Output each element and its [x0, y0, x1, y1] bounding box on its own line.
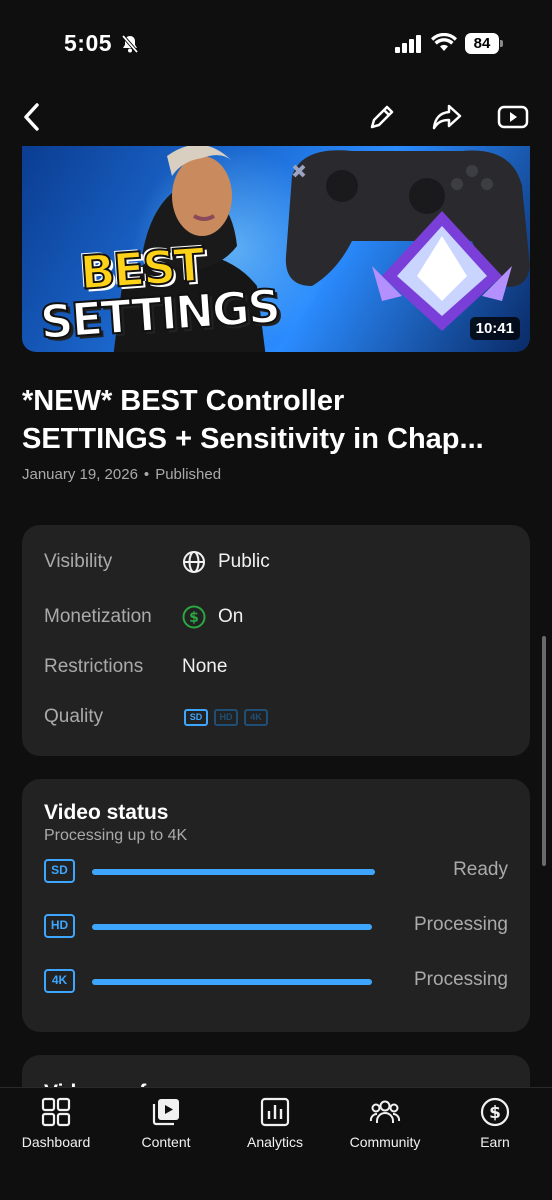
tab-dashboard[interactable]: Dashboard	[1, 1096, 111, 1150]
video-details-card: Visibility Public Monetization $ On Rest…	[22, 525, 530, 756]
tab-dashboard-label: Dashboard	[21, 1134, 91, 1150]
tab-earn-label: Earn	[480, 1134, 510, 1150]
quality-sd-icon: SD	[184, 708, 208, 726]
duration-badge: 10:41	[469, 317, 520, 340]
cellular-signal-icon	[395, 34, 423, 54]
video-title-line-1: *NEW* BEST Controller	[22, 385, 345, 417]
tab-content[interactable]: Content	[111, 1096, 221, 1150]
svg-text:$: $	[189, 610, 199, 626]
video-title-line-2: SETTINGS + Sensitivity in Chap...	[22, 423, 484, 455]
restrictions-value: None	[182, 656, 228, 677]
status-time: 5:05	[64, 30, 113, 56]
sd-progress-fill	[92, 869, 375, 875]
watch-on-youtube-button[interactable]	[495, 99, 531, 135]
monetization-value: On	[218, 606, 244, 627]
video-status-subtitle: Processing up to 4K	[44, 827, 188, 844]
monetization-label: Monetization	[44, 606, 152, 627]
quality-4k-icon: 4K	[244, 708, 268, 726]
status-bar: 5:05 84	[0, 0, 552, 90]
sd-quality-icon: SD	[44, 859, 75, 883]
quality-label: Quality	[44, 706, 104, 727]
hd-status-text: Processing	[414, 914, 508, 935]
video-meta: January 19, 2026 • Published	[22, 466, 221, 483]
share-button[interactable]	[429, 99, 465, 135]
bell-muted-icon	[120, 34, 140, 54]
meta-separator: •	[143, 466, 150, 483]
sd-progress-bar	[92, 869, 375, 875]
4k-progress-bar	[92, 979, 372, 985]
visibility-row[interactable]: Visibility Public	[44, 548, 514, 576]
restrictions-label: Restrictions	[44, 656, 144, 677]
thumbnail-text-settings: SETTINGS	[37, 278, 281, 351]
globe-icon	[182, 550, 206, 574]
chevron-left-icon	[24, 103, 39, 131]
status-row-4k: 4K Processing	[44, 969, 508, 997]
thumbnail-headline: BEST SETTINGS	[37, 236, 281, 350]
status-row-sd: SD Ready	[44, 859, 508, 887]
video-status-title: Video status	[44, 801, 169, 824]
tab-analytics-label: Analytics	[246, 1134, 304, 1150]
status-row-hd: HD Processing	[44, 914, 508, 942]
hd-progress-fill	[92, 924, 372, 930]
svg-text:$: $	[489, 1103, 501, 1123]
quality-row[interactable]: Quality SD HD 4K	[44, 703, 514, 731]
tab-analytics[interactable]: Analytics	[220, 1096, 330, 1150]
publish-date: January 19, 2026	[22, 466, 138, 483]
dashboard-icon	[41, 1097, 71, 1127]
visibility-label: Visibility	[44, 551, 113, 572]
battery-level: 84	[465, 33, 499, 54]
wifi-icon	[431, 32, 457, 53]
video-thumbnail[interactable]: BEST SETTINGS 10:41	[22, 146, 530, 352]
edit-button[interactable]	[364, 99, 400, 135]
monetization-row[interactable]: Monetization $ On	[44, 603, 514, 631]
community-icon	[369, 1100, 401, 1123]
4k-status-text: Processing	[414, 969, 508, 990]
pencil-icon	[370, 105, 394, 129]
top-nav	[0, 95, 552, 139]
tab-content-label: Content	[141, 1134, 191, 1150]
4k-quality-icon: 4K	[44, 969, 75, 993]
restrictions-row[interactable]: Restrictions None	[44, 653, 514, 681]
share-icon	[432, 104, 462, 130]
tab-earn[interactable]: $ Earn	[440, 1096, 550, 1150]
battery-icon: 84	[465, 33, 503, 54]
video-title: *NEW* BEST Controller SETTINGS + Sensiti…	[22, 382, 532, 458]
quality-hd-icon: HD	[214, 708, 238, 726]
dollar-circle-icon: $	[182, 605, 206, 629]
visibility-value: Public	[218, 551, 270, 572]
tab-community[interactable]: Community	[330, 1096, 440, 1150]
sd-status-text: Ready	[453, 859, 508, 880]
hd-quality-icon: HD	[44, 914, 75, 938]
hd-progress-bar	[92, 924, 372, 930]
4k-progress-fill	[92, 979, 372, 985]
analytics-icon	[260, 1097, 290, 1127]
back-button[interactable]	[14, 99, 50, 135]
content-icon	[152, 1099, 179, 1126]
video-status-card: Video status Processing up to 4K SD Read…	[22, 779, 530, 1032]
earn-icon: $	[480, 1097, 510, 1127]
scrollbar[interactable]	[542, 636, 546, 866]
tab-community-label: Community	[349, 1134, 421, 1150]
publish-state: Published	[155, 466, 222, 483]
youtube-play-icon	[497, 105, 529, 129]
bottom-nav: Dashboard Content Analytics Community $ …	[0, 1087, 552, 1200]
